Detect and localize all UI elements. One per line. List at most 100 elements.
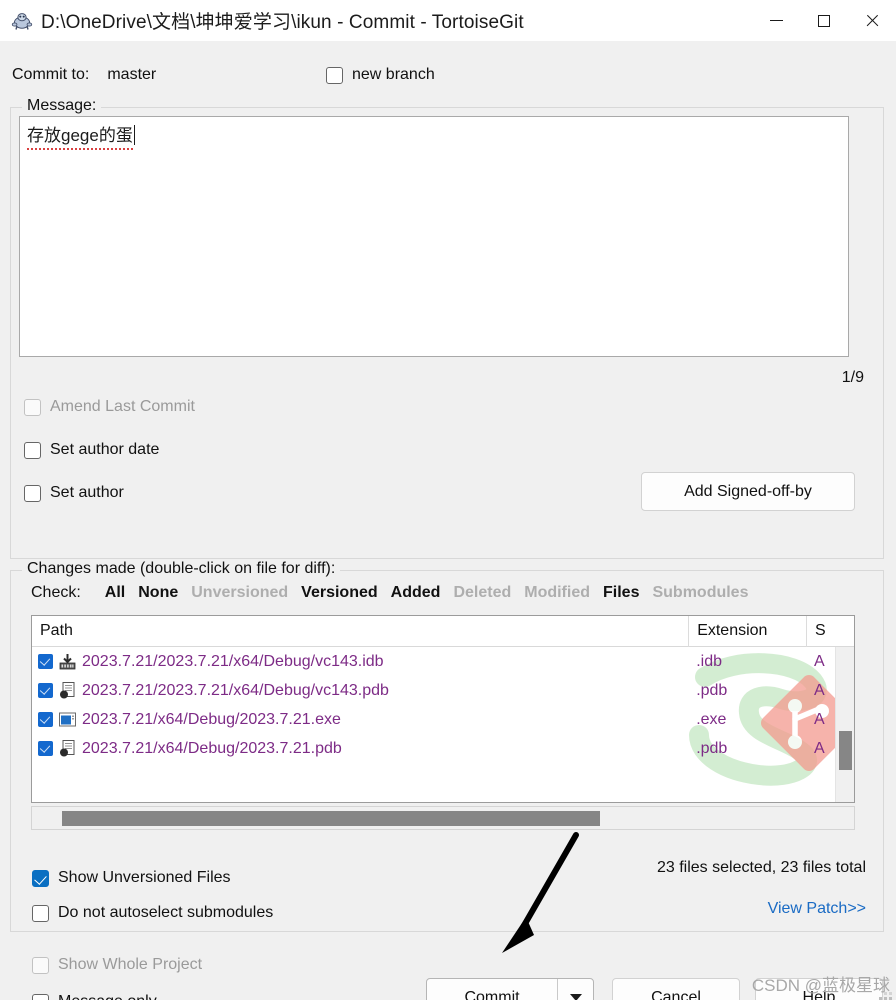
file-path-text: 2023.7.21/2023.7.21/x64/Debug/vc143.idb xyxy=(82,652,384,670)
commit-dropdown-button[interactable] xyxy=(558,979,593,1000)
file-extension-text: .pdb xyxy=(696,739,728,757)
file-list-header: Path Extension S xyxy=(32,616,854,647)
file-list[interactable]: Path Extension S 2023.7.21/2023.7.21/x64… xyxy=(31,615,855,803)
row-checkbox[interactable] xyxy=(38,741,53,756)
pdb-file-icon xyxy=(58,681,77,700)
check-link-modified: Modified xyxy=(524,584,590,601)
checkbox-box xyxy=(24,441,41,459)
commit-message-input[interactable]: 存放gege的蛋 xyxy=(19,116,849,357)
minimize-icon xyxy=(769,20,783,21)
show-unversioned-files-checkbox[interactable]: Show Unversioned Files xyxy=(32,869,231,887)
current-branch-name[interactable]: master xyxy=(107,66,156,84)
file-extension-text: .idb xyxy=(696,652,722,670)
idb-file-icon xyxy=(58,652,77,671)
commit-to-row: Commit to: master xyxy=(12,66,156,84)
file-list-horizontal-scrollbar[interactable] xyxy=(31,806,855,830)
pdb-file-icon xyxy=(58,739,77,758)
checkbox-box xyxy=(32,993,49,1000)
amend-last-commit-label: Amend Last Commit xyxy=(50,398,195,415)
row-checkbox[interactable] xyxy=(38,683,53,698)
message-only-label: Message only xyxy=(58,993,157,1000)
file-status-text: A xyxy=(814,652,825,670)
set-author-date-label: Set author date xyxy=(50,441,160,458)
text-caret xyxy=(133,125,136,145)
checkbox-box xyxy=(32,904,49,922)
file-extension-text: .exe xyxy=(696,710,727,728)
show-unversioned-files-label: Show Unversioned Files xyxy=(58,869,231,886)
file-extension-text: .pdb xyxy=(696,681,728,699)
checkbox-box xyxy=(32,869,49,887)
minimize-button[interactable] xyxy=(752,0,800,41)
exe-file-icon xyxy=(58,710,77,729)
checkbox-box xyxy=(326,66,343,84)
commit-message-text: 存放gege的蛋 xyxy=(27,125,133,150)
new-branch-label: new branch xyxy=(352,66,435,83)
commit-label-accel: o xyxy=(476,988,485,1000)
set-author-label: Set author xyxy=(50,484,124,501)
view-patch-link[interactable]: View Patch>> xyxy=(768,900,866,918)
file-extension-cell: .pdb xyxy=(688,676,806,705)
files-count-status: 23 files selected, 23 files total xyxy=(656,859,866,876)
column-header-extension[interactable]: Extension xyxy=(688,616,806,647)
show-whole-project-checkbox[interactable]: Show Whole Project xyxy=(32,956,202,974)
commit-label-suffix: mmit xyxy=(484,988,520,1000)
file-list-vertical-scrollbar[interactable] xyxy=(835,647,854,802)
column-header-path[interactable]: Path xyxy=(32,616,688,647)
cancel-button[interactable]: Cancel xyxy=(612,978,740,1000)
file-extension-cell: .exe xyxy=(688,705,806,734)
file-path-text: 2023.7.21/2023.7.21/x64/Debug/vc143.pdb xyxy=(82,681,389,699)
table-row[interactable]: 2023.7.21/2023.7.21/x64/Debug/vc143.idb … xyxy=(32,647,854,676)
maximize-icon xyxy=(818,14,830,27)
check-links-row: Check: All None Unversioned Versioned Ad… xyxy=(31,584,748,602)
show-whole-project-label: Show Whole Project xyxy=(58,956,203,973)
check-link-none[interactable]: None xyxy=(138,584,178,602)
message-line-counter: 1/9 xyxy=(841,369,864,386)
window-title: D:\OneDrive\文档\坤坤爱学习\ikun - Commit - Tor… xyxy=(41,12,524,33)
commit-button[interactable]: Co mmit xyxy=(427,979,558,1000)
check-link-unversioned: Unversioned xyxy=(191,584,289,601)
set-author-checkbox[interactable]: Set author xyxy=(24,484,124,502)
maximize-button[interactable] xyxy=(800,0,848,41)
dialog-body: Commit to: master new branch Message: 存放… xyxy=(0,41,896,1000)
close-button[interactable] xyxy=(848,0,896,41)
message-group-legend: Message: xyxy=(22,97,102,115)
window-controls xyxy=(752,0,896,41)
file-status-text: A xyxy=(814,739,825,757)
file-path-cell[interactable]: 2023.7.21/2023.7.21/x64/Debug/vc143.idb xyxy=(32,647,688,676)
file-path-cell[interactable]: 2023.7.21/x64/Debug/2023.7.21.pdb xyxy=(32,734,688,763)
commit-to-label: Commit to: xyxy=(12,66,90,83)
help-button[interactable]: Help xyxy=(755,978,883,1000)
file-path-cell[interactable]: 2023.7.21/2023.7.21/x64/Debug/vc143.pdb xyxy=(32,676,688,705)
commit-label-prefix: C xyxy=(464,988,476,1000)
tortoisegit-icon xyxy=(11,10,33,32)
amend-last-commit-checkbox[interactable]: Amend Last Commit xyxy=(24,398,195,416)
new-branch-checkbox[interactable]: new branch xyxy=(326,66,435,84)
chevron-down-icon xyxy=(569,994,582,1000)
table-row[interactable]: 2023.7.21/x64/Debug/2023.7.21.exe .exe A xyxy=(32,705,854,734)
file-list-body: 2023.7.21/2023.7.21/x64/Debug/vc143.idb … xyxy=(32,647,854,802)
add-signed-off-by-button[interactable]: Add Signed-off-by xyxy=(641,472,855,511)
checkbox-box xyxy=(24,484,41,502)
set-author-date-checkbox[interactable]: Set author date xyxy=(24,441,159,459)
table-row[interactable]: 2023.7.21/2023.7.21/x64/Debug/vc143.pdb … xyxy=(32,676,854,705)
check-link-all[interactable]: All xyxy=(105,584,125,602)
file-status-text: A xyxy=(814,681,825,699)
row-checkbox[interactable] xyxy=(38,712,53,727)
table-row[interactable]: 2023.7.21/x64/Debug/2023.7.21.pdb .pdb A xyxy=(32,734,854,763)
tortoisegit-commit-window: D:\OneDrive\文档\坤坤爱学习\ikun - Commit - Tor… xyxy=(0,0,896,1000)
scrollbar-thumb[interactable] xyxy=(839,731,852,770)
file-extension-cell: .pdb xyxy=(688,734,806,763)
check-link-files[interactable]: Files xyxy=(603,584,639,602)
check-link-deleted: Deleted xyxy=(453,584,512,601)
file-path-cell[interactable]: 2023.7.21/x64/Debug/2023.7.21.exe xyxy=(32,705,688,734)
column-header-status[interactable]: S xyxy=(806,616,854,647)
check-link-added[interactable]: Added xyxy=(391,584,441,602)
check-link-versioned[interactable]: Versioned xyxy=(301,584,377,602)
scrollbar-thumb[interactable] xyxy=(62,811,600,826)
do-not-autoselect-submodules-checkbox[interactable]: Do not autoselect submodules xyxy=(32,904,273,922)
do-not-autoselect-submodules-label: Do not autoselect submodules xyxy=(58,904,274,921)
file-extension-cell: .idb xyxy=(688,647,806,676)
commit-split-button[interactable]: Co mmit xyxy=(426,978,594,1000)
row-checkbox[interactable] xyxy=(38,654,53,669)
message-only-checkbox[interactable]: Message only xyxy=(32,993,157,1000)
